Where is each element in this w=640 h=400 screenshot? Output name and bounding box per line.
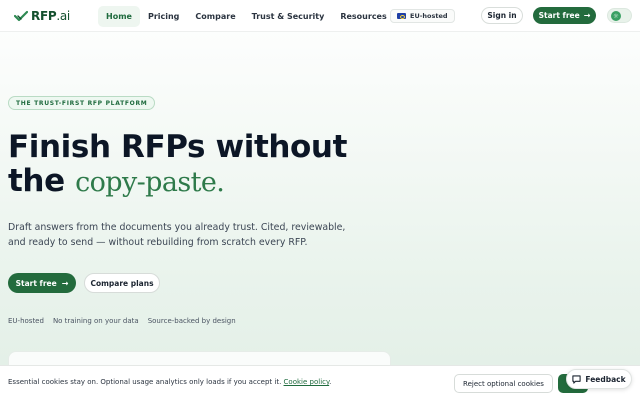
start-free-button[interactable]: Start free → — [8, 273, 76, 293]
hero-badge-label: THE TRUST-FIRST RFP PLATFORM — [16, 99, 148, 107]
headline-accent: copy-paste. — [75, 167, 225, 198]
brand-logo[interactable]: RFP.ai — [14, 9, 70, 23]
reject-optional-cookies-button[interactable]: Reject optional cookies — [454, 374, 553, 393]
sign-in-button[interactable]: Sign in — [481, 7, 523, 24]
cookie-policy-link[interactable]: Cookie policy — [284, 378, 330, 386]
feedback-label: Feedback — [585, 374, 626, 384]
theme-toggle[interactable]: ☼ — [607, 8, 632, 23]
arrow-right-icon: → — [583, 11, 591, 20]
nav-links: Home Pricing Compare Trust & Security Re… — [98, 0, 395, 32]
cookie-text: Essential cookies stay on. Optional usag… — [8, 378, 282, 386]
eu-hosted-label: EU-hosted — [410, 12, 448, 20]
sign-in-label: Sign in — [487, 11, 517, 20]
compare-plans-button[interactable]: Compare plans — [84, 273, 160, 293]
hero-subtext: Draft answers from the documents you alr… — [8, 222, 346, 248]
headline-line-2-plain: the — [8, 163, 65, 199]
eu-hosted-badge[interactable]: EU-hosted — [390, 9, 455, 23]
nav-link-home[interactable]: Home — [98, 5, 140, 27]
hero-badge: THE TRUST-FIRST RFP PLATFORM — [8, 96, 156, 110]
compare-plans-label: Compare plans — [90, 278, 154, 288]
cookie-banner: Essential cookies stay on. Optional usag… — [0, 365, 640, 400]
start-free-label: Start free — [15, 278, 57, 288]
trust-points: EU-hosted No training on your data Sourc… — [8, 317, 236, 325]
trust-point: No training on your data — [52, 317, 139, 325]
cookie-trailing: . — [329, 378, 332, 386]
feedback-icon — [572, 374, 582, 384]
theme-toggle-icon: ☼ — [611, 11, 621, 21]
reject-label: Reject optional cookies — [463, 379, 544, 388]
brand-name: RFP.ai — [31, 9, 70, 23]
hero-headline: Finish RFPs without the copy-paste. — [8, 130, 368, 200]
feedback-button[interactable]: Feedback — [566, 369, 632, 389]
nav-link-resources[interactable]: Resources — [332, 6, 394, 27]
trust-point: Source-backed by design — [147, 317, 236, 325]
top-navbar: RFP.ai Home Pricing Compare Trust & Secu… — [0, 0, 640, 32]
start-free-nav-label: Start free — [538, 11, 580, 20]
start-free-nav-button[interactable]: Start free → — [533, 7, 596, 24]
nav-link-compare[interactable]: Compare — [187, 6, 243, 27]
nav-link-trust-security[interactable]: Trust & Security — [244, 6, 333, 27]
nav-link-pricing[interactable]: Pricing — [140, 6, 187, 27]
trust-point: EU-hosted — [8, 317, 44, 325]
logo-checkmark-icon — [14, 10, 28, 22]
headline-line-1: Finish RFPs without — [8, 129, 348, 165]
arrow-right-icon: → — [61, 278, 69, 288]
cookie-message: Essential cookies stay on. Optional usag… — [8, 378, 331, 386]
eu-flag-icon — [397, 13, 406, 19]
